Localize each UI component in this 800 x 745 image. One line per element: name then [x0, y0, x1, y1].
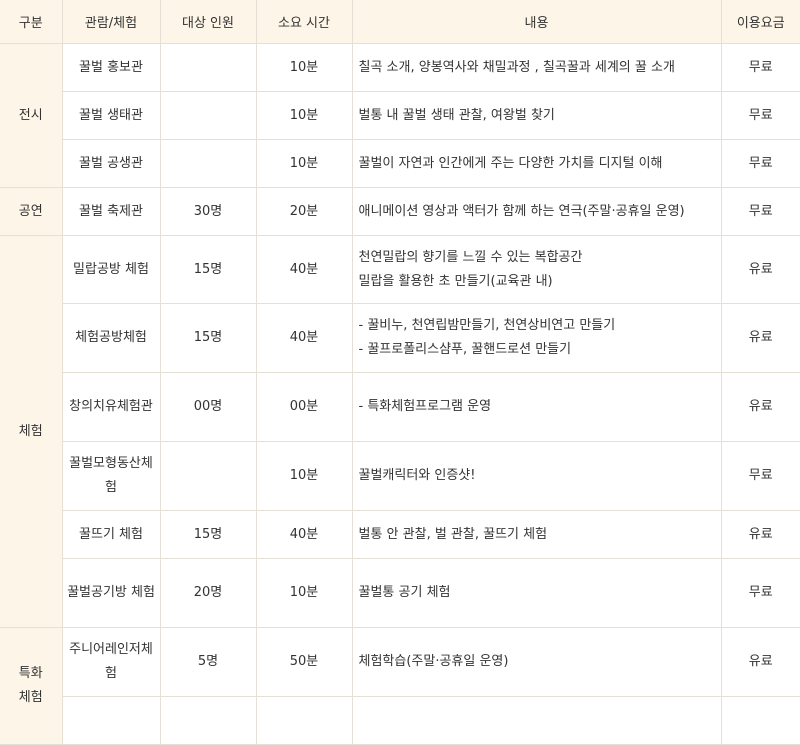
table-row: 공연 꿀벌 축제관 30명 20분 애니메이션 영상과 액터가 함께 하는 연극…: [0, 187, 800, 236]
header-category: 구분: [0, 0, 63, 44]
facility-cell: 꿀벌모형동산체험: [62, 441, 161, 511]
people-cell: [160, 696, 257, 745]
content-line: 체험학습(주말·공휴일 운영): [358, 654, 509, 669]
header-content: 내용: [352, 0, 722, 44]
content-cell: - 꿀비누, 천연립밤만들기, 천연상비연고 만들기 - 꿀프로폴리스샴푸, 꿀…: [352, 303, 722, 373]
time-cell: 10분: [256, 43, 353, 92]
content-line: 꿀벌캐릭터와 인증샷!: [358, 468, 476, 483]
time-cell: 20분: [256, 187, 353, 236]
content-cell: 꿀벌이 자연과 인간에게 주는 다양한 가치를 디지털 이해: [352, 139, 722, 188]
fee-cell: [721, 696, 800, 745]
fee-cell: 무료: [721, 91, 800, 140]
table-row: 특화 체험 주니어레인저체험 5명 50분 체험학습(주말·공휴일 운영) 유료: [0, 627, 800, 745]
content-cell: 벌통 안 관찰, 벌 관찰, 꿀뜨기 체험: [352, 510, 722, 559]
content-line: 칠곡 소개, 양봉역사와 채밀과정 , 칠곡꿀과 세계의 꿀 소개: [358, 59, 675, 75]
people-cell: 00명: [160, 372, 257, 442]
header-fee: 이용요금: [721, 0, 800, 44]
facility-cell: 꿀벌 축제관: [62, 187, 161, 236]
content-cell: 체험학습(주말·공휴일 운영): [352, 627, 722, 697]
people-cell: 20명: [160, 558, 257, 628]
time-cell: 10분: [256, 139, 353, 188]
content-cell: 꿀벌캐릭터와 인증샷!: [352, 441, 722, 511]
content-line: 밀랍을 활용한 초 만들기(교육관 내): [358, 273, 553, 289]
content-cell: 천연밀랍의 향기를 느낄 수 있는 복합공간 밀랍을 활용한 초 만들기(교육관…: [352, 235, 722, 304]
content-line: 벌통 안 관찰, 벌 관찰, 꿀뜨기 체험: [358, 526, 548, 542]
time-cell: [256, 696, 353, 745]
category-experience: 체험: [0, 235, 63, 628]
facility-cell: 주니어레인저체험: [62, 627, 161, 697]
time-cell: 00분: [256, 372, 353, 442]
facility-cell: 꿀뜨기 체험: [62, 510, 161, 559]
content-cell: 애니메이션 영상과 액터가 함께 하는 연극(주말·공휴일 운영): [352, 187, 722, 236]
fee-cell: 유료: [721, 627, 800, 697]
fee-cell: 유료: [721, 235, 800, 304]
table-row: 체험 밀랍공방 체험 15명 40분 천연밀랍의 향기를 느낄 수 있는 복합공…: [0, 235, 800, 628]
people-cell: [160, 139, 257, 188]
category-exhibit: 전시: [0, 43, 63, 188]
facility-cell: 체험공방체험: [62, 303, 161, 373]
content-cell: 꿀벌통 공기 체험: [352, 558, 722, 628]
fee-cell: 무료: [721, 441, 800, 511]
time-cell: 50분: [256, 627, 353, 697]
content-cell: [352, 696, 722, 745]
table-row: 전시 꿀벌 홍보관 10분 칠곡 소개, 양봉역사와 채밀과정 , 칠곡꿀과 세…: [0, 43, 800, 188]
content-cell: 벌통 내 꿀벌 생태 관찰, 여왕벌 찾기: [352, 91, 722, 140]
category-performance: 공연: [0, 187, 63, 236]
people-cell: 30명: [160, 187, 257, 236]
facility-cell: 꿀벌공기방 체험: [62, 558, 161, 628]
table-row: 꿀벌 생태관 10분 벌통 내 꿀벌 생태 관찰, 여왕벌 찾기 무료: [0, 91, 800, 140]
fee-cell: 무료: [721, 187, 800, 236]
time-cell: 10분: [256, 91, 353, 140]
facility-cell: 밀랍공방 체험: [62, 235, 161, 304]
time-cell: 40분: [256, 235, 353, 304]
content-line: 천연밀랍의 향기를 느낄 수 있는 복합공간: [358, 249, 583, 265]
people-cell: 15명: [160, 510, 257, 559]
table-row: 꿀벌 공생관 10분 꿀벌이 자연과 인간에게 주는 다양한 가치를 디지털 이…: [0, 139, 800, 188]
time-cell: 10분: [256, 558, 353, 628]
table-row: 체험공방체험 15명 40분 - 꿀비누, 천연립밤만들기, 천연상비연고 만들…: [0, 303, 800, 373]
fee-cell: 무료: [721, 139, 800, 188]
fee-cell: 유료: [721, 372, 800, 442]
table-header-row: 구분 관람/체험 대상 인원 소요 시간 내용 이용요금: [0, 0, 800, 44]
time-cell: 10분: [256, 441, 353, 511]
content-line: 벌통 내 꿀벌 생태 관찰, 여왕벌 찾기: [358, 107, 555, 123]
program-table: 구분 관람/체험 대상 인원 소요 시간 내용 이용요금 전시 꿀벌 홍보관 1…: [0, 0, 800, 745]
time-cell: 40분: [256, 510, 353, 559]
table-row: 꿀뜨기 체험 15명 40분 벌통 안 관찰, 벌 관찰, 꿀뜨기 체험 유료: [0, 510, 800, 559]
people-cell: 5명: [160, 627, 257, 697]
content-line: - 꿀비누, 천연립밤만들기, 천연상비연고 만들기: [358, 318, 616, 333]
facility-cell: 꿀벌 공생관: [62, 139, 161, 188]
content-cell: 칠곡 소개, 양봉역사와 채밀과정 , 칠곡꿀과 세계의 꿀 소개: [352, 43, 722, 92]
time-cell: 40분: [256, 303, 353, 373]
people-cell: [160, 91, 257, 140]
content-line: 꿀벌이 자연과 인간에게 주는 다양한 가치를 디지털 이해: [358, 155, 663, 171]
table-row: 창의치유체험관 00명 00분 - 특화체험프로그램 운영 유료: [0, 372, 800, 442]
fee-cell: 무료: [721, 558, 800, 628]
fee-cell: 유료: [721, 510, 800, 559]
people-cell: [160, 441, 257, 511]
content-line: 꿀벌통 공기 체험: [358, 585, 451, 600]
facility-cell: 꿀벌 홍보관: [62, 43, 161, 92]
fee-cell: 유료: [721, 303, 800, 373]
people-cell: [160, 43, 257, 92]
table-row: [0, 696, 800, 745]
content-line: 애니메이션 영상과 액터가 함께 하는 연극(주말·공휴일 운영): [358, 203, 685, 219]
content-line: - 특화체험프로그램 운영: [358, 399, 492, 414]
facility-cell: 창의치유체험관: [62, 372, 161, 442]
people-cell: 15명: [160, 303, 257, 373]
header-facility: 관람/체험: [62, 0, 161, 44]
category-special-label: 특화 체험: [18, 666, 43, 705]
content-cell: - 특화체험프로그램 운영: [352, 372, 722, 442]
category-special: 특화 체험: [0, 627, 63, 745]
table-row: 꿀벌공기방 체험 20명 10분 꿀벌통 공기 체험 무료: [0, 558, 800, 628]
fee-cell: 무료: [721, 43, 800, 92]
content-line: - 꿀프로폴리스샴푸, 꿀핸드로션 만들기: [358, 342, 572, 357]
people-cell: 15명: [160, 235, 257, 304]
header-people: 대상 인원: [160, 0, 257, 44]
table-row: 꿀벌모형동산체험 10분 꿀벌캐릭터와 인증샷! 무료: [0, 441, 800, 511]
header-time: 소요 시간: [256, 0, 353, 44]
facility-cell: [62, 696, 161, 745]
facility-cell: 꿀벌 생태관: [62, 91, 161, 140]
